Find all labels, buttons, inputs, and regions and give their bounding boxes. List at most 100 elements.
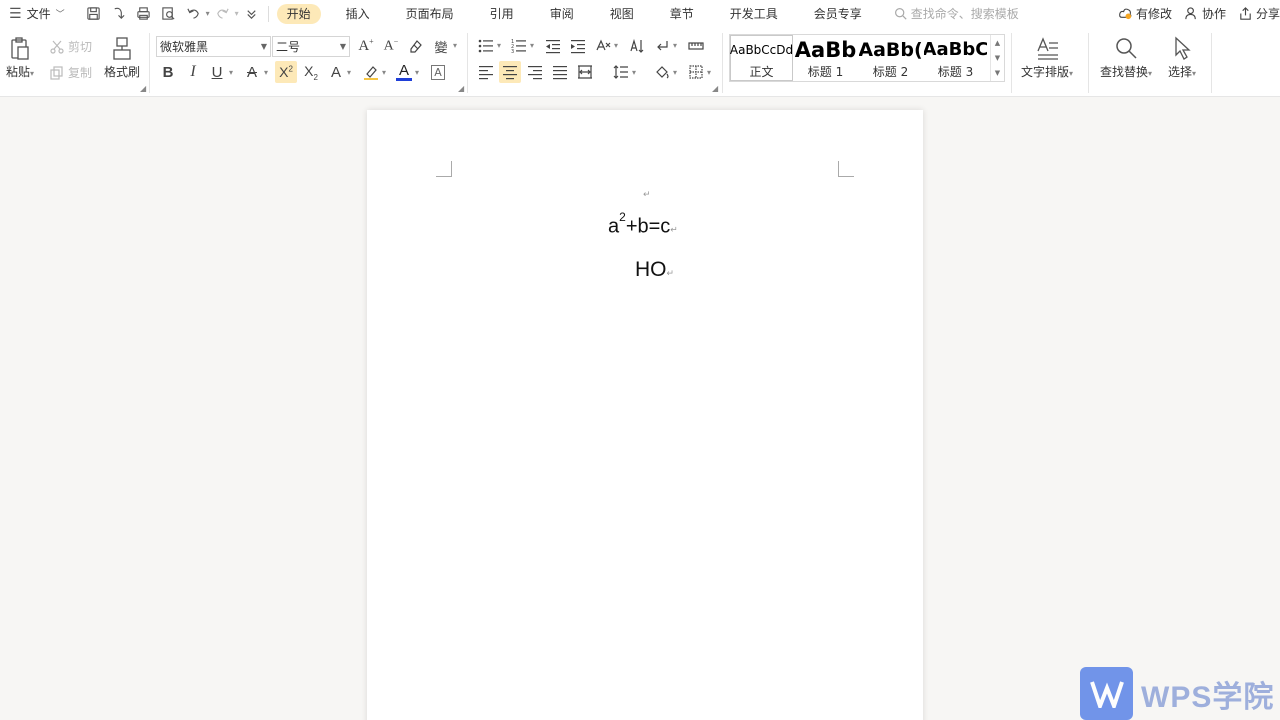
increase-indent-icon[interactable] bbox=[567, 35, 589, 57]
select-button[interactable]: 选择▾ bbox=[1168, 35, 1196, 80]
file-menu-label: 文件 bbox=[26, 7, 51, 21]
margin-corner-top-right bbox=[838, 161, 854, 177]
paragraph-launcher-icon[interactable]: ◢ bbox=[712, 84, 718, 93]
share-button[interactable]: 分享 bbox=[1238, 5, 1280, 22]
format-painter-button[interactable]: 格式刷 bbox=[104, 35, 140, 80]
magnifier-icon bbox=[1116, 38, 1137, 59]
scroll-down-icon[interactable]: ▼ bbox=[995, 54, 1000, 62]
select-label: 选择▾ bbox=[1168, 65, 1197, 79]
italic-icon[interactable]: I bbox=[182, 61, 204, 83]
expand-gallery-icon[interactable]: ▼ bbox=[995, 69, 1000, 77]
tab-stops-icon[interactable] bbox=[685, 35, 707, 57]
numbered-list-icon[interactable]: 123 bbox=[508, 35, 530, 57]
undo-icon[interactable] bbox=[181, 3, 206, 25]
font-size-select[interactable]: 二号 ▼ bbox=[272, 36, 350, 57]
tab-review[interactable]: 审阅 bbox=[539, 4, 585, 24]
chevron-down-icon[interactable]: ▾ bbox=[453, 41, 457, 50]
underline-icon[interactable]: U bbox=[206, 61, 228, 83]
shrink-font-icon[interactable]: A− bbox=[380, 35, 402, 57]
style-heading-3[interactable]: AaBbC 标题 3 bbox=[923, 35, 988, 81]
chevron-down-icon[interactable]: ▾ bbox=[614, 41, 618, 50]
command-search[interactable]: 查找命令、搜索模板 bbox=[894, 5, 1019, 22]
save-icon[interactable] bbox=[81, 3, 106, 25]
chevron-down-icon[interactable]: ▾ bbox=[347, 68, 351, 77]
tab-references[interactable]: 引用 bbox=[479, 4, 525, 24]
copy-button[interactable]: 复制 bbox=[50, 64, 92, 81]
justify-icon[interactable] bbox=[549, 61, 571, 83]
export-pdf-icon[interactable] bbox=[106, 3, 131, 25]
chevron-down-icon[interactable]: ▾ bbox=[497, 41, 501, 50]
phonetic-guide-icon[interactable]: 變 bbox=[430, 35, 452, 57]
distributed-align-icon[interactable] bbox=[574, 61, 596, 83]
paragraph-mark-icon: ↵ bbox=[643, 190, 651, 200]
tab-view[interactable]: 视图 bbox=[599, 4, 645, 24]
document-page[interactable]: ↵ a2+b=c↵ HO↵ bbox=[367, 110, 923, 720]
line-spacing-icon[interactable] bbox=[610, 61, 632, 83]
chevron-down-icon[interactable]: ▾ bbox=[382, 68, 386, 77]
chevron-down-icon[interactable]: ▾ bbox=[673, 41, 677, 50]
text-effect-icon[interactable]: A bbox=[325, 61, 347, 83]
chevron-down-icon[interactable]: ▾ bbox=[229, 68, 233, 77]
tab-insert[interactable]: 插入 bbox=[335, 4, 381, 24]
font-launcher-icon[interactable]: ◢ bbox=[458, 84, 464, 93]
chevron-down-icon[interactable]: ▾ bbox=[632, 68, 636, 77]
font-name-select[interactable]: 微软雅黑 ▼ bbox=[156, 36, 271, 57]
redo-icon[interactable] bbox=[210, 3, 235, 25]
clear-format-icon[interactable] bbox=[405, 35, 427, 57]
align-right-icon[interactable] bbox=[524, 61, 546, 83]
cut-button[interactable]: 剪切 bbox=[50, 38, 92, 55]
font-color-icon[interactable]: A bbox=[393, 61, 415, 83]
group-divider bbox=[722, 33, 723, 93]
chevron-down-icon[interactable]: ▾ bbox=[673, 68, 677, 77]
tab-member[interactable]: 会员专享 bbox=[803, 4, 873, 24]
text-direction-icon[interactable] bbox=[592, 35, 614, 57]
search-icon bbox=[894, 8, 907, 20]
decrease-indent-icon[interactable] bbox=[542, 35, 564, 57]
chevron-down-icon: ▼ bbox=[260, 42, 267, 51]
tab-home[interactable]: 开始 bbox=[276, 3, 321, 24]
grow-font-icon[interactable]: A+ bbox=[355, 35, 377, 57]
modified-label: 有修改 bbox=[1135, 7, 1172, 21]
print-preview-icon[interactable] bbox=[156, 3, 181, 25]
style-sample: AaBbC bbox=[924, 39, 987, 60]
style-name: 标题 2 bbox=[872, 64, 909, 79]
align-left-icon[interactable] bbox=[475, 61, 497, 83]
bullet-list-icon[interactable] bbox=[475, 35, 497, 57]
styles-scrollbar[interactable]: ▲ ▼ ▼ bbox=[990, 35, 1004, 81]
tab-chapter[interactable]: 章节 bbox=[659, 4, 705, 24]
borders-icon[interactable] bbox=[685, 61, 707, 83]
style-normal[interactable]: AaBbCcDd 正文 bbox=[730, 35, 793, 81]
tab-page-layout[interactable]: 页面布局 bbox=[395, 4, 465, 24]
text-layout-button[interactable]: 文字排版▾ bbox=[1021, 35, 1073, 80]
scroll-up-icon[interactable]: ▲ bbox=[995, 39, 1000, 47]
cloud-sync-icon bbox=[1119, 8, 1132, 20]
collaborate-button[interactable]: 协作 bbox=[1184, 5, 1226, 22]
chevron-down-icon[interactable]: ▾ bbox=[264, 68, 268, 77]
share-icon bbox=[1240, 7, 1251, 20]
bold-icon[interactable]: B bbox=[157, 61, 179, 83]
align-center-icon[interactable] bbox=[499, 61, 521, 83]
paste-button[interactable]: 粘贴▾ bbox=[6, 35, 34, 80]
chevron-down-icon[interactable]: ▾ bbox=[707, 68, 711, 77]
customize-toolbar-icon[interactable] bbox=[239, 3, 264, 25]
shading-icon[interactable] bbox=[651, 61, 673, 83]
file-menu[interactable]: ☰ 文件 ﹀ bbox=[0, 0, 73, 27]
chevron-down-icon[interactable]: ▾ bbox=[530, 41, 534, 50]
char-border-icon[interactable]: A bbox=[427, 61, 449, 83]
highlight-icon[interactable] bbox=[360, 61, 382, 83]
strikethrough-icon[interactable]: A bbox=[241, 61, 263, 83]
style-heading-2[interactable]: AaBb( 标题 2 bbox=[858, 35, 923, 81]
modified-button[interactable]: 有修改 bbox=[1118, 5, 1172, 22]
find-replace-button[interactable]: 查找替换▾ bbox=[1100, 35, 1152, 80]
chevron-down-icon[interactable]: ▾ bbox=[415, 68, 419, 77]
style-heading-1[interactable]: AaBb 标题 1 bbox=[793, 35, 858, 81]
chemical-text-line: HO↵ bbox=[635, 258, 674, 282]
superscript-icon[interactable]: X2 bbox=[275, 61, 297, 83]
clipboard-launcher-icon[interactable]: ◢ bbox=[140, 84, 146, 93]
style-sample: AaBb bbox=[794, 37, 857, 62]
show-marks-icon[interactable] bbox=[651, 35, 673, 57]
tab-developer[interactable]: 开发工具 bbox=[719, 4, 789, 24]
subscript-icon[interactable]: X2 bbox=[300, 61, 322, 83]
sort-icon[interactable] bbox=[626, 35, 648, 57]
print-icon[interactable] bbox=[131, 3, 156, 25]
